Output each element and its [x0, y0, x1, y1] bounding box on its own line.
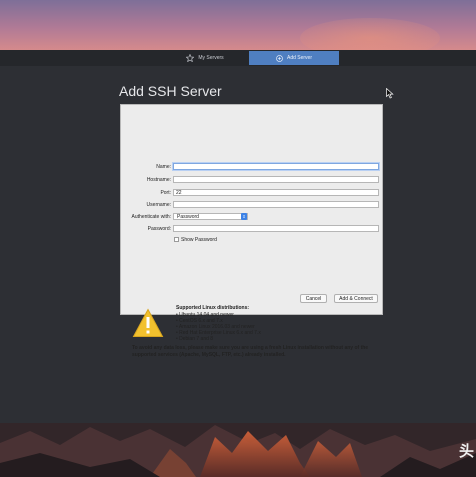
desktop-wallpaper-top — [0, 0, 476, 58]
app-window: My Servers Add Server Add SSH Server Nam… — [0, 50, 476, 423]
list-item: • Debian 7 and 8 — [176, 336, 214, 342]
supported-distros-title: Supported Linux distributions: — [176, 305, 250, 311]
distro-list: • Ubuntu 14.04 and newer • CentOS 6.x an… — [176, 312, 261, 342]
plus-circle-icon — [276, 54, 283, 62]
name-label: Name: — [156, 164, 171, 170]
mouse-cursor-icon — [386, 88, 394, 99]
username-row: Username: — [121, 201, 384, 210]
name-row: Name: — [121, 163, 384, 172]
show-password-row: Show Password — [174, 236, 217, 243]
add-server-dialog: Name: Hostname: Port: Username: Authenti… — [120, 104, 384, 358]
username-label: Username: — [146, 202, 171, 208]
data-loss-warning-text: To avoid any data loss, please make sure… — [132, 345, 369, 358]
mountain-illustration — [0, 423, 476, 477]
chevron-updown-icon: ⇕ — [241, 213, 247, 220]
hostname-row: Hostname: — [121, 176, 384, 185]
password-row: Password: — [121, 225, 384, 234]
watermark-text: 头 — [458, 443, 474, 460]
tab-bar: My Servers Add Server — [0, 50, 476, 66]
port-label: Port: — [160, 190, 171, 196]
hostname-input[interactable] — [173, 176, 379, 183]
tab-add-server[interactable]: Add Server — [249, 51, 339, 65]
username-input[interactable] — [173, 201, 379, 208]
password-input[interactable] — [173, 225, 379, 232]
auth-label: Authenticate with: — [131, 214, 171, 220]
port-row: Port: — [121, 189, 384, 198]
show-password-label: Show Password — [181, 236, 217, 243]
tab-add-server-label: Add Server — [286, 55, 312, 61]
add-and-connect-button[interactable]: Add & Connect — [334, 294, 378, 303]
tab-my-servers[interactable]: My Servers — [160, 51, 250, 65]
auth-method-select[interactable]: Password ⇕ — [173, 213, 248, 220]
warning-triangle-icon — [132, 308, 164, 337]
star-icon — [186, 54, 195, 62]
hostname-label: Hostname: — [146, 177, 171, 183]
page-title: Add SSH Server — [119, 83, 222, 99]
auth-row: Authenticate with: Password ⇕ — [121, 213, 384, 222]
desktop-wallpaper-bottom — [0, 423, 476, 477]
cancel-button[interactable]: Cancel — [300, 294, 327, 303]
auth-method-value: Password — [177, 214, 199, 220]
show-password-checkbox[interactable] — [174, 237, 179, 242]
name-input[interactable] — [173, 163, 379, 170]
tab-my-servers-label: My Servers — [198, 55, 224, 61]
port-input[interactable] — [173, 189, 379, 196]
password-label: Password: — [147, 226, 171, 232]
